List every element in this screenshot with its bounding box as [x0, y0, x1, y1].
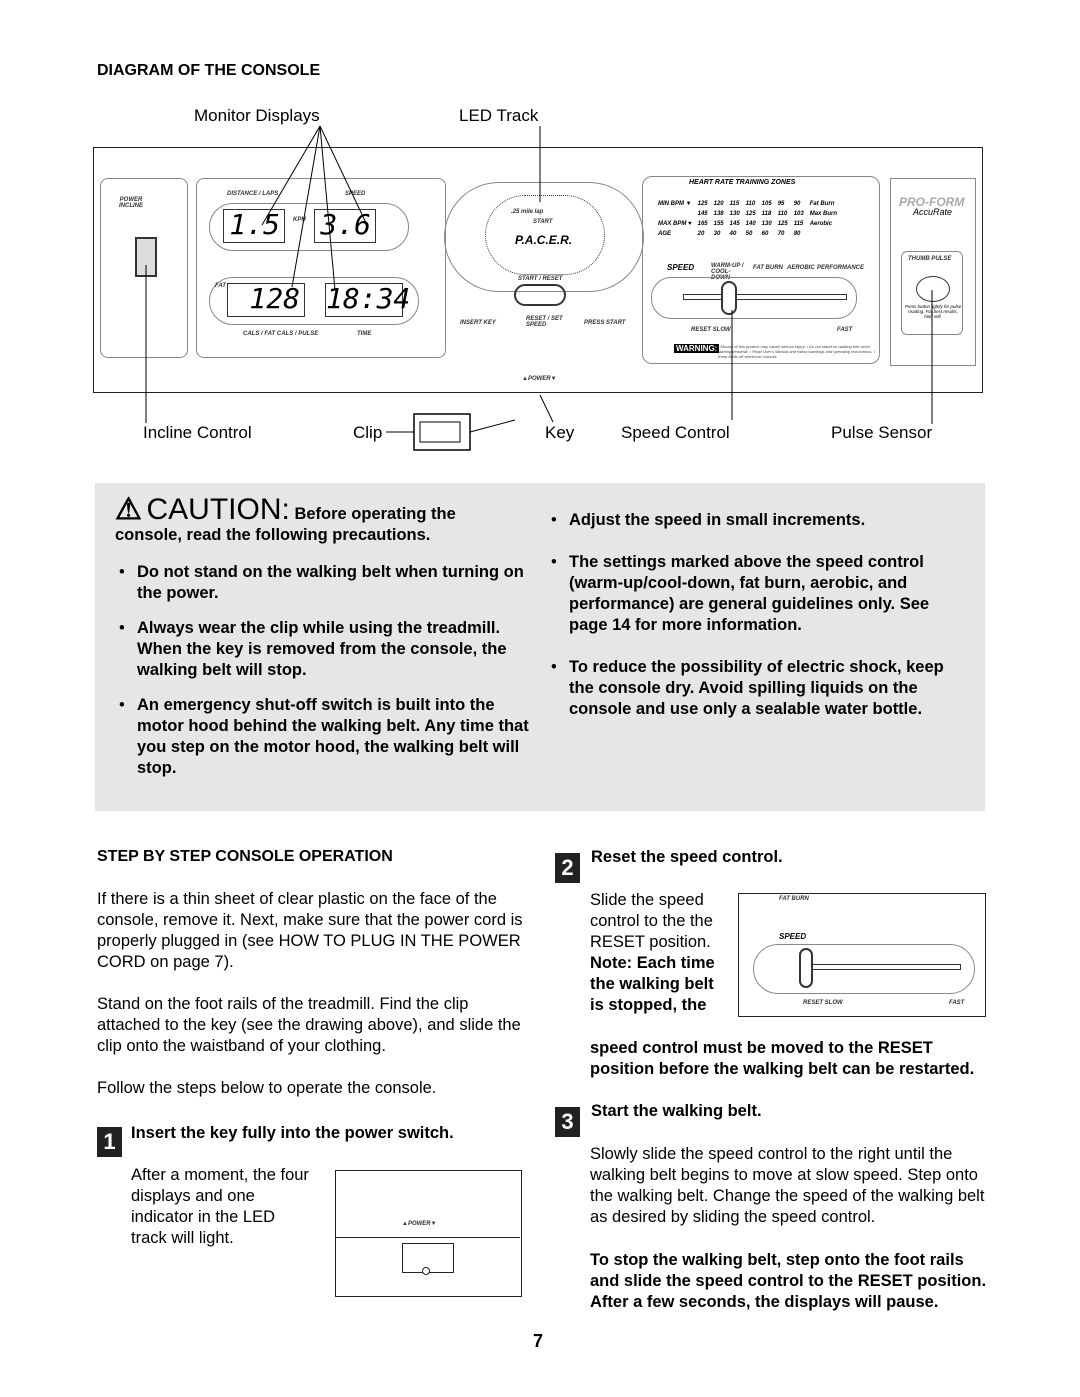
caution-intro-a: Before operating the [294, 505, 456, 523]
note-label: Note: [590, 954, 633, 972]
step-2-number: 2 [555, 853, 580, 883]
caution-item: Do not stand on the walking belt when tu… [115, 562, 535, 604]
caution-item: To reduce the possibility of electric sh… [547, 657, 967, 720]
caution-item: The settings marked above the speed cont… [547, 552, 967, 636]
caution-item: Adjust the speed in small increments. [547, 510, 967, 531]
caution-item: Always wear the clip while using the tre… [115, 618, 535, 681]
step-1-text: After a moment, the four displays and on… [131, 1166, 309, 1247]
warning-triangle-icon: ⚠ [115, 493, 142, 526]
caution-intro-b: console, read the following precautions. [115, 526, 431, 544]
speed-control-label: Speed Control [621, 423, 730, 442]
leader-lines [145, 125, 933, 451]
step-2-text: Slide the speed control to the the RESET… [590, 891, 713, 951]
power-switch-figure: ▲POWER▼ [335, 1170, 522, 1297]
steps-para-2: Stand on the foot rails of the treadmill… [97, 995, 521, 1055]
caution-word: CAUTION: [146, 493, 290, 526]
power-label-small: ▲POWER▼ [402, 1221, 437, 1227]
step-3-text: Slowly slide the speed control to the ri… [590, 1145, 985, 1226]
fig-fast: FAST [949, 1000, 965, 1006]
steps-para-1: If there is a thin sheet of clear plasti… [97, 890, 523, 971]
steps-para-3: Follow the steps below to operate the co… [97, 1079, 437, 1097]
step-3-number: 3 [555, 1107, 580, 1137]
step-2-note-b: speed control must be moved to the RESET… [590, 1039, 975, 1078]
steps-heading: STEP BY STEP CONSOLE OPERATION [97, 848, 393, 865]
fig-reset-slow: RESET SLOW [803, 1000, 843, 1006]
fig-zone: FAT BURN [779, 896, 809, 902]
pulse-sensor-label: Pulse Sensor [831, 423, 933, 442]
key-label: Key [545, 423, 575, 442]
fig-speed-slider [799, 948, 813, 988]
key-icon [422, 1267, 430, 1275]
incline-control-label: Incline Control [143, 423, 252, 442]
caution-box: ⚠ CAUTION: Before operating the console,… [95, 483, 985, 811]
speed-control-figure: FAT BURN SPEED RESET SLOW FAST [738, 893, 986, 1017]
page-number: 7 [533, 1331, 544, 1351]
step-1-number: 1 [97, 1127, 122, 1157]
step-1-title: Insert the key fully into the power swit… [131, 1124, 454, 1142]
step-2-title: Reset the speed control. [591, 848, 783, 866]
clip-label: Clip [353, 423, 383, 442]
caution-item: An emergency shut-off switch is built in… [115, 695, 535, 779]
step-3-title: Start the walking belt. [591, 1102, 762, 1120]
fig-speed-label: SPEED [779, 932, 807, 941]
step-3-stop-text: To stop the walking belt, step onto the … [590, 1251, 987, 1311]
